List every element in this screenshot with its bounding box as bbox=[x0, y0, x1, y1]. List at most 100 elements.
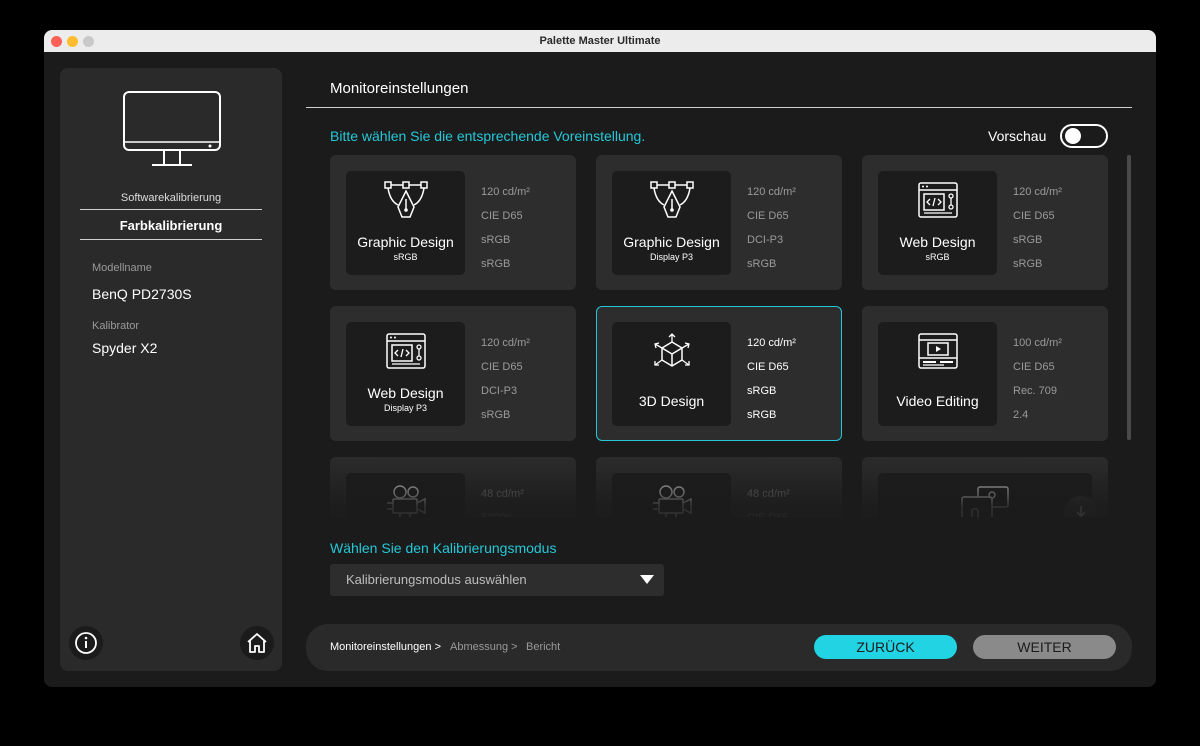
spec-gamut: sRGB bbox=[481, 234, 511, 246]
pen-tool-icon bbox=[384, 181, 428, 218]
tab-farbkalibrierung[interactable]: Farbkalibrierung bbox=[80, 218, 262, 240]
wizard-footer: Monitoreinstellungen > Abmessung > Beric… bbox=[306, 624, 1132, 671]
web-code-icon bbox=[918, 182, 958, 218]
preset-sub: Display P3 bbox=[383, 403, 428, 413]
breadcrumb-measurement: Abmessung > bbox=[450, 641, 518, 653]
model-value: BenQ PD2730S bbox=[92, 286, 192, 302]
pen-tool-icon bbox=[650, 181, 694, 218]
preset-tile bbox=[346, 473, 465, 517]
preset-card-video-editing[interactable]: Video Editing 100 cd/m² CIE D65 Rec. 709… bbox=[862, 306, 1108, 441]
calibration-mode-value: Kalibrierungsmodus auswählen bbox=[346, 572, 527, 587]
spec-gamma: sRGB bbox=[481, 258, 511, 270]
scroll-thumb[interactable] bbox=[1127, 155, 1131, 440]
preset-card-web-design-srgb[interactable]: Web Design sRGB 120 cd/m² CIE D65 sRGB s… bbox=[862, 155, 1108, 290]
preset-specs: 100 cd/m² CIE D65 Rec. 709 2.4 bbox=[1013, 331, 1062, 427]
calibrator-value: Spyder X2 bbox=[92, 340, 158, 356]
spec-whitepoint: CIE D65 bbox=[1013, 210, 1055, 222]
spec-whitepoint: CIE D65 bbox=[747, 210, 789, 222]
info-icon bbox=[75, 632, 97, 654]
preset-tile: 3D Design bbox=[612, 322, 731, 426]
preset-name: Web Design bbox=[367, 385, 444, 401]
spec-luminance: 120 cd/m² bbox=[481, 337, 530, 349]
spec-whitepoint: CIE D65 bbox=[481, 210, 523, 222]
spec-whitepoint: CIE D65 bbox=[747, 361, 789, 373]
preset-tile: Video Editing bbox=[878, 322, 997, 426]
preset-sub: Display P3 bbox=[649, 252, 694, 262]
preset-sub: sRGB bbox=[925, 252, 950, 262]
download-preset-button[interactable] bbox=[1064, 496, 1098, 517]
preset-card-web-design-p3[interactable]: Web Design Display P3 120 cd/m² CIE D65 … bbox=[330, 306, 576, 441]
video-editor-icon bbox=[918, 333, 958, 369]
spec-luminance: 48 cd/m² bbox=[481, 488, 524, 500]
preset-tile: Web Design sRGB bbox=[878, 171, 997, 275]
preset-specs: 120 cd/m² CIE D65 sRGB sRGB bbox=[1013, 180, 1062, 276]
minimize-window-button[interactable] bbox=[67, 36, 78, 47]
spec-whitepoint: CIE D65 bbox=[747, 506, 790, 517]
spec-gamma: sRGB bbox=[747, 409, 777, 421]
preset-tile: Web Design Display P3 bbox=[346, 322, 465, 426]
model-label: Modellname bbox=[92, 262, 152, 274]
spec-gamma: sRGB bbox=[481, 409, 511, 421]
spec-gamma: sRGB bbox=[1013, 258, 1043, 270]
preset-specs: 120 cd/m² CIE D65 DCI-P3 sRGB bbox=[747, 180, 796, 276]
preset-specs: 48 cd/m² 6300K bbox=[481, 482, 524, 517]
home-button[interactable] bbox=[240, 626, 274, 660]
app-window: Palette Master Ultimate Softwarekalibrie… bbox=[44, 30, 1156, 687]
next-button[interactable]: WEITER bbox=[973, 635, 1116, 659]
spec-gamut: Rec. 709 bbox=[1013, 385, 1058, 397]
preset-specs: 48 cd/m² CIE D65 bbox=[747, 482, 790, 517]
custom-display-icon bbox=[961, 486, 1009, 517]
window-title: Palette Master Ultimate bbox=[539, 35, 661, 47]
preset-name: Video Editing bbox=[896, 393, 979, 409]
calibration-mode-label: Wählen Sie den Kalibrierungsmodus bbox=[330, 540, 557, 556]
spec-luminance: 120 cd/m² bbox=[747, 337, 796, 349]
spec-luminance: 120 cd/m² bbox=[747, 186, 796, 198]
tab-softwarekalibrierung[interactable]: Softwarekalibrierung bbox=[80, 192, 262, 210]
preset-name: 3D Design bbox=[638, 393, 705, 409]
preset-card-cinema-2[interactable]: 48 cd/m² CIE D65 bbox=[596, 457, 842, 517]
home-icon bbox=[247, 633, 267, 653]
calibration-mode-select[interactable]: Kalibrierungsmodus auswählen bbox=[330, 564, 664, 596]
film-camera-icon bbox=[387, 485, 426, 517]
preset-card-3d-design[interactable]: 3D Design 120 cd/m² CIE D65 sRGB sRGB bbox=[596, 306, 842, 441]
preset-grid: Graphic Design sRGB 120 cd/m² CIE D65 sR… bbox=[330, 155, 1110, 517]
spec-whitepoint: CIE D65 bbox=[481, 361, 523, 373]
film-camera-icon bbox=[653, 485, 692, 517]
preset-specs: 120 cd/m² CIE D65 sRGB sRGB bbox=[747, 331, 796, 427]
preset-name: Web Design bbox=[899, 234, 976, 250]
spec-luminance: 48 cd/m² bbox=[747, 488, 790, 500]
preset-scrollbar[interactable] bbox=[1127, 155, 1131, 440]
preset-card-custom[interactable] bbox=[862, 457, 1108, 517]
preset-specs: 120 cd/m² CIE D65 sRGB sRGB bbox=[481, 180, 530, 276]
download-icon bbox=[1073, 506, 1089, 517]
spec-gamma: sRGB bbox=[747, 258, 777, 270]
preview-toggle[interactable] bbox=[1060, 124, 1108, 148]
preset-tile: Graphic Design Display P3 bbox=[612, 171, 731, 275]
cube-icon bbox=[654, 333, 690, 367]
spec-gamut: DCI-P3 bbox=[481, 385, 518, 397]
preset-specs: 120 cd/m² CIE D65 DCI-P3 sRGB bbox=[481, 331, 530, 427]
preset-card-graphic-design-p3[interactable]: Graphic Design Display P3 120 cd/m² CIE … bbox=[596, 155, 842, 290]
preset-name: Graphic Design bbox=[623, 234, 720, 250]
spec-gamma: 2.4 bbox=[1013, 409, 1029, 421]
title-divider bbox=[306, 107, 1132, 108]
preset-card-graphic-design-srgb[interactable]: Graphic Design sRGB 120 cd/m² CIE D65 sR… bbox=[330, 155, 576, 290]
preset-card-cinema-1[interactable]: 48 cd/m² 6300K bbox=[330, 457, 576, 517]
spec-gamut: sRGB bbox=[747, 385, 777, 397]
spec-whitepoint: 6300K bbox=[481, 506, 524, 517]
spec-luminance: 100 cd/m² bbox=[1013, 337, 1062, 349]
preset-tile: Graphic Design sRGB bbox=[346, 171, 465, 275]
preset-tile bbox=[878, 473, 1098, 517]
spec-gamut: DCI-P3 bbox=[747, 234, 784, 246]
spec-luminance: 120 cd/m² bbox=[1013, 186, 1062, 198]
zoom-window-button[interactable] bbox=[83, 36, 94, 47]
breadcrumb-report: Bericht bbox=[526, 641, 561, 653]
preset-prompt: Bitte wählen Sie die entsprechende Vorei… bbox=[330, 128, 646, 144]
preset-name: Graphic Design bbox=[357, 234, 454, 250]
info-button[interactable] bbox=[69, 626, 103, 660]
spec-whitepoint: CIE D65 bbox=[1013, 361, 1055, 373]
back-button[interactable]: ZURÜCK bbox=[814, 635, 957, 659]
preset-sub: sRGB bbox=[393, 252, 418, 262]
spec-luminance: 120 cd/m² bbox=[481, 186, 530, 198]
close-window-button[interactable] bbox=[51, 36, 62, 47]
